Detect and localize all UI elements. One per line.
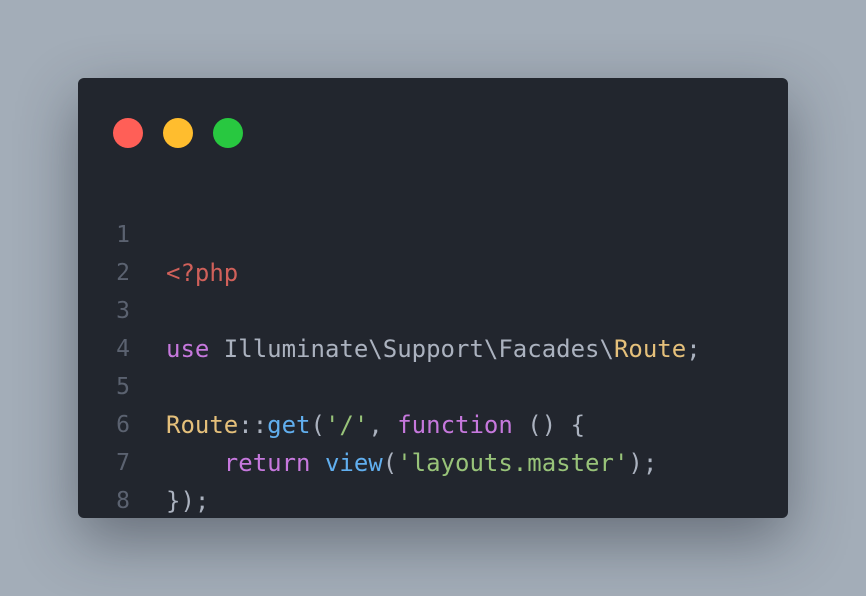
line-number: 8 (116, 488, 130, 514)
code-line: 4 (78, 292, 788, 362)
code-window: 1 <?php 2 3 use Illuminate\Support\Facad… (78, 78, 788, 518)
code-token-punct: }); (166, 487, 210, 515)
code-line: 6 return view('layouts.master'); (78, 368, 788, 477)
code-line: 3 use Illuminate\Support\Facades\Route; (78, 254, 788, 363)
code-line: 8 (78, 444, 788, 514)
code-line: 5 Route::get('/', function () { (78, 330, 788, 439)
code-line-content: }); (166, 482, 209, 520)
code-line: 1 <?php (78, 178, 788, 287)
maximize-dot-icon[interactable] (213, 118, 243, 148)
minimize-dot-icon[interactable] (163, 118, 193, 148)
code-line: 7 }); (78, 406, 788, 515)
close-dot-icon[interactable] (113, 118, 143, 148)
code-line: 2 (78, 216, 788, 286)
code-block: 1 <?php 2 3 use Illuminate\Support\Facad… (78, 178, 788, 515)
